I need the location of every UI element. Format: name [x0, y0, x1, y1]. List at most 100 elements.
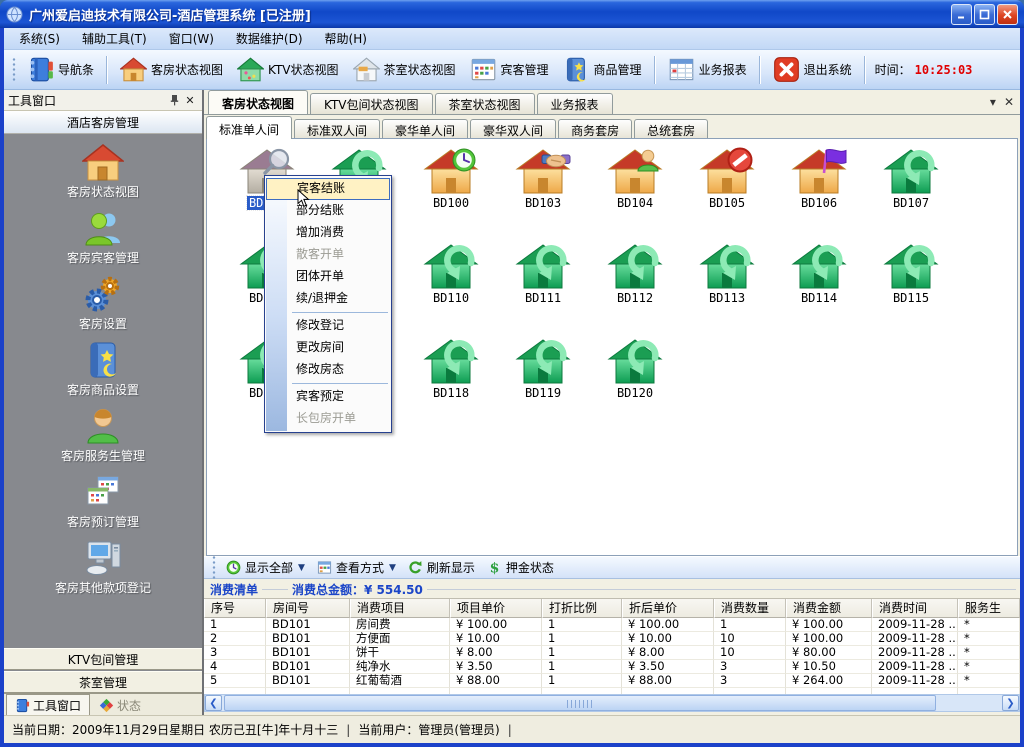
context-menu-item-修改房态[interactable]: 修改房态	[266, 359, 390, 381]
table-row[interactable]: 1BD101房间费¥ 100.001¥ 100.001¥ 100.002009-…	[204, 618, 1020, 632]
tab-scroll-icon[interactable]: ▾	[990, 95, 996, 109]
doc-tab-客房状态视图[interactable]: 客房状态视图	[208, 90, 308, 114]
room-BD115[interactable]: BD115	[865, 242, 957, 330]
toolbar-button-茶室状态视图[interactable]: 茶室状态视图	[346, 54, 463, 85]
room-BD104[interactable]: BD104	[589, 147, 681, 235]
menu-item-0[interactable]: 系统(S)	[8, 28, 71, 49]
sidebar-tab-工具窗口[interactable]: 工具窗口	[6, 694, 90, 715]
minimize-button[interactable]	[951, 4, 972, 25]
room-BD106[interactable]: BD106	[773, 147, 865, 235]
action-刷新显示[interactable]: 刷新显示	[402, 558, 481, 577]
sidebar-group-button-茶室管理[interactable]: 茶室管理	[4, 671, 202, 693]
pin-icon[interactable]	[166, 93, 182, 108]
doc-tab-业务报表[interactable]: 业务报表	[537, 93, 613, 114]
action-押金状态[interactable]: $押金状态	[481, 558, 560, 577]
room-BD120[interactable]: BD120	[589, 337, 681, 425]
sidebar-item-客房商品设置[interactable]: 客房商品设置	[4, 340, 202, 406]
column-header-房间号[interactable]: 房间号	[266, 599, 350, 618]
maximize-button[interactable]	[974, 4, 995, 25]
toolbar-button-宾客管理[interactable]: 宾客管理	[463, 54, 556, 85]
doc-tab-KTV包间状态视图[interactable]: KTV包间状态视图	[310, 93, 432, 114]
sidebar-group-button-KTV包间管理[interactable]: KTV包间管理	[4, 648, 202, 670]
table-row[interactable]: 5BD101红葡萄酒¥ 88.001¥ 88.003¥ 264.002009-1…	[204, 674, 1020, 688]
room-type-tab-标准双人间[interactable]: 标准双人间	[294, 119, 380, 139]
consumption-total-label: 消费总金额：	[292, 583, 364, 597]
action-显示全部[interactable]: 显示全部▼	[220, 558, 311, 577]
sidebar-item-客房设置[interactable]: 客房设置	[4, 274, 202, 340]
room-type-tab-豪华单人间[interactable]: 豪华单人间	[382, 119, 468, 139]
toolbar-button-业务报表[interactable]: 业务报表	[661, 54, 754, 85]
sidebar-item-客房宾客管理[interactable]: 客房宾客管理	[4, 208, 202, 274]
toolbar-button-客房状态视图[interactable]: 客房状态视图	[113, 54, 230, 85]
room-type-tab-商务套房[interactable]: 商务套房	[558, 119, 632, 139]
context-menu-item-增加消费[interactable]: 增加消费	[266, 222, 390, 244]
dropdown-arrow-icon[interactable]: ▼	[389, 563, 396, 573]
sidebar-section-header[interactable]: 酒店客房管理	[4, 111, 202, 134]
toolbar-button-导航条[interactable]: 导航条	[20, 54, 101, 85]
doc-tab-茶室状态视图[interactable]: 茶室状态视图	[435, 93, 535, 114]
action-查看方式[interactable]: 查看方式▼	[311, 558, 402, 577]
column-header-消费金额[interactable]: 消费金额	[786, 599, 872, 618]
cell: ¥ 10.50	[786, 660, 872, 674]
sidebar-item-客房其他款项登记[interactable]: 客房其他款项登记	[4, 538, 202, 604]
toolbar-button-商品管理[interactable]: 商品管理	[556, 54, 649, 85]
sidebar-item-客房状态视图[interactable]: 客房状态视图	[4, 142, 202, 208]
sidebar-item-客房服务生管理[interactable]: 客房服务生管理	[4, 406, 202, 472]
column-header-消费数量[interactable]: 消费数量	[714, 599, 786, 618]
context-menu-item-宾客结账[interactable]: 宾客结账	[266, 178, 390, 200]
toolbar-button-退出系统[interactable]: 退出系统	[766, 54, 859, 85]
room-BD110[interactable]: BD110	[405, 242, 497, 330]
room-status-icon-vacant	[514, 337, 572, 385]
context-menu-item-部分结账[interactable]: 部分结账	[266, 200, 390, 222]
menu-item-1[interactable]: 辅助工具(T)	[71, 28, 158, 49]
close-button[interactable]	[997, 4, 1018, 25]
sidebar-item-客房预订管理[interactable]: 客房预订管理	[4, 472, 202, 538]
room-BD111[interactable]: BD111	[497, 242, 589, 330]
column-header-服务生[interactable]: 服务生	[958, 599, 1020, 618]
menu-item-2[interactable]: 窗口(W)	[158, 28, 225, 49]
tab-close-icon[interactable]: ✕	[1004, 95, 1014, 109]
context-menu-item-更改房间[interactable]: 更改房间	[266, 337, 390, 359]
column-header-打折比例[interactable]: 打折比例	[542, 599, 622, 618]
room-BD118[interactable]: BD118	[405, 337, 497, 425]
cell: *	[958, 646, 1020, 660]
tool-window-close-icon[interactable]: ✕	[182, 93, 198, 108]
room-type-tab-标准单人间[interactable]: 标准单人间	[206, 116, 292, 139]
room-BD113[interactable]: BD113	[681, 242, 773, 330]
toolbar-button-KTV状态视图[interactable]: KTV状态视图	[230, 54, 345, 85]
context-menu-item-宾客预定[interactable]: 宾客预定	[266, 386, 390, 408]
column-header-折后单价[interactable]: 折后单价	[622, 599, 714, 618]
table-row[interactable]: 2BD101方便面¥ 10.001¥ 10.0010¥ 100.002009-1…	[204, 632, 1020, 646]
context-menu-item-修改登记[interactable]: 修改登记	[266, 315, 390, 337]
menu-item-4[interactable]: 帮助(H)	[314, 28, 378, 49]
scrollbar-thumb[interactable]	[224, 695, 936, 711]
room-BD103[interactable]: BD103	[497, 147, 589, 235]
room-label: BD110	[431, 291, 471, 305]
room-type-tab-总统套房[interactable]: 总统套房	[634, 119, 708, 139]
room-BD119[interactable]: BD119	[497, 337, 589, 425]
context-menu-item-团体开单[interactable]: 团体开单	[266, 266, 390, 288]
context-menu-item-续/退押金[interactable]: 续/退押金	[266, 288, 390, 310]
scroll-right-icon[interactable]: ❯	[1002, 695, 1019, 711]
column-header-项目单价[interactable]: 项目单价	[450, 599, 542, 618]
room-BD100[interactable]: BD100	[405, 147, 497, 235]
cell: 红葡萄酒	[350, 674, 450, 688]
horizontal-scrollbar[interactable]: ❮ ❯	[204, 694, 1020, 712]
column-header-序号[interactable]: 序号	[204, 599, 266, 618]
table-row[interactable]: 4BD101纯净水¥ 3.501¥ 3.503¥ 10.502009-11-28…	[204, 660, 1020, 674]
column-header-消费项目[interactable]: 消费项目	[350, 599, 450, 618]
menu-item-3[interactable]: 数据维护(D)	[225, 28, 314, 49]
report-sheet-icon	[668, 56, 695, 83]
table-row[interactable]: 3BD101饼干¥ 8.001¥ 8.0010¥ 80.002009-11-28…	[204, 646, 1020, 660]
column-header-消费时间[interactable]: 消费时间	[872, 599, 958, 618]
scroll-left-icon[interactable]: ❮	[205, 695, 222, 711]
dropdown-arrow-icon[interactable]: ▼	[298, 563, 305, 573]
room-BD112[interactable]: BD112	[589, 242, 681, 330]
tabstrip-buttons: ▾ ✕	[990, 95, 1014, 109]
room-BD105[interactable]: BD105	[681, 147, 773, 235]
room-BD114[interactable]: BD114	[773, 242, 865, 330]
sidebar-tab-状态[interactable]: 状态	[90, 694, 150, 715]
room-type-tab-豪华双人间[interactable]: 豪华双人间	[470, 119, 556, 139]
status-separator: |	[508, 723, 512, 737]
room-BD107[interactable]: BD107	[865, 147, 957, 235]
